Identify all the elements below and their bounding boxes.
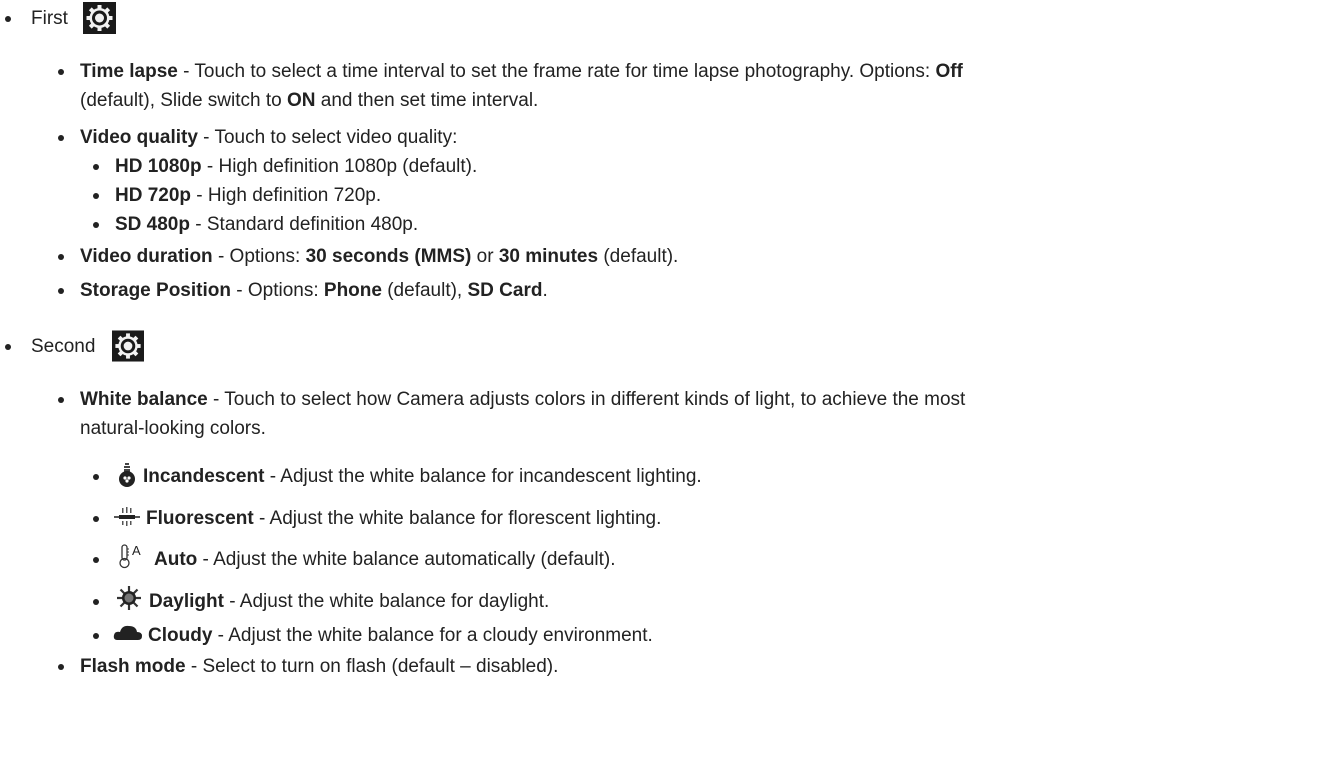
option-desc: - Standard definition 480p.: [189, 214, 419, 235]
white-balance-desc: - Touch to select how Camera adjusts col…: [207, 389, 966, 410]
list-item: Daylight - Adjust the white balance for …: [149, 591, 549, 613]
bullet: [5, 344, 11, 350]
daylight-sun-icon: [117, 586, 141, 610]
video-duration-tail: (default).: [598, 246, 679, 267]
storage-tail: .: [542, 280, 548, 301]
flash-mode-desc: - Select to turn on flash (default – dis…: [185, 656, 559, 677]
white-balance-desc2: natural-looking colors.: [80, 418, 266, 439]
video-quality-name: Video quality: [80, 127, 198, 148]
option-name: Incandescent: [143, 466, 265, 487]
bullet: [58, 664, 64, 670]
bullet: [93, 193, 99, 199]
option-desc: - High definition 720p.: [191, 185, 382, 206]
storage-opt1: Phone: [323, 280, 382, 301]
bullet: [5, 16, 11, 22]
option-name: Daylight: [149, 591, 224, 612]
option-name: Auto: [154, 549, 198, 570]
bullet: [93, 164, 99, 170]
settings-gear-icon: [83, 2, 116, 34]
incandescent-bulb-icon: [119, 463, 135, 487]
list-item: SD 480p - Standard definition 480p.: [115, 214, 418, 236]
flash-mode-name: Flash mode: [80, 656, 186, 677]
time-lapse-line2-b: and then set time interval.: [315, 90, 539, 111]
option-desc: - Adjust the white balance for a cloudy …: [212, 625, 653, 646]
time-lapse-off: Off: [935, 61, 963, 82]
bullet: [93, 557, 99, 563]
option-desc: - Adjust the white balance for daylight.: [223, 591, 550, 612]
option-name: HD 1080p: [115, 156, 202, 177]
bullet: [58, 135, 64, 141]
bullet: [58, 397, 64, 403]
auto-thermometer-icon: A: [119, 543, 141, 569]
storage-opt2: SD Card: [467, 280, 543, 301]
cloudy-cloud-icon: [113, 625, 142, 640]
storage-desc: - Options:: [230, 280, 324, 301]
list-item: Incandescent - Adjust the white balance …: [143, 466, 702, 488]
section-second: Second: [31, 336, 95, 358]
storage-name: Storage Position: [80, 280, 231, 301]
bullet: [93, 633, 99, 639]
time-lapse-on: ON: [286, 90, 316, 111]
time-lapse-line1: Time lapse - Touch to select a time inte…: [80, 61, 963, 83]
bullet: [58, 288, 64, 294]
white-balance-line2: natural-looking colors.: [80, 418, 266, 440]
bullet: [93, 474, 99, 480]
video-quality-desc: - Touch to select video quality:: [197, 127, 458, 148]
bullet: [93, 516, 99, 522]
video-quality-line: Video quality - Touch to select video qu…: [80, 127, 457, 149]
list-item: HD 720p - High definition 720p.: [115, 185, 381, 207]
option-name: HD 720p: [115, 185, 192, 206]
option-desc: - High definition 1080p (default).: [201, 156, 478, 177]
storage-position-line: Storage Position - Options: Phone (defau…: [80, 280, 548, 302]
white-balance-name: White balance: [80, 389, 208, 410]
section-second-label: Second: [31, 336, 96, 357]
time-lapse-desc: - Touch to select a time interval to set…: [177, 61, 936, 82]
bullet: [58, 254, 64, 260]
storage-mid: (default),: [381, 280, 468, 301]
option-name: Cloudy: [148, 625, 213, 646]
option-name: Fluorescent: [146, 508, 254, 529]
option-desc: - Adjust the white balance automatically…: [197, 549, 616, 570]
flash-mode-line: Flash mode - Select to turn on flash (de…: [80, 656, 558, 678]
section-first-label: First: [31, 8, 68, 29]
section-first: First: [31, 8, 68, 30]
bullet: [58, 69, 64, 75]
video-duration-opt2: 30 minutes: [498, 246, 599, 267]
video-duration-desc: - Options:: [212, 246, 306, 267]
list-item: HD 1080p - High definition 1080p (defaul…: [115, 156, 477, 178]
svg-text:A: A: [132, 543, 141, 558]
time-lapse-line2-a: (default), Slide switch to: [80, 90, 287, 111]
option-name: SD 480p: [115, 214, 190, 235]
list-item: Fluorescent - Adjust the white balance f…: [146, 508, 661, 530]
settings-gear-icon: [112, 330, 144, 362]
time-lapse-line2: (default), Slide switch to ON and then s…: [80, 90, 538, 112]
bullet: [93, 599, 99, 605]
bullet: [93, 222, 99, 228]
option-desc: - Adjust the white balance for incandesc…: [264, 466, 702, 487]
video-duration-line: Video duration - Options: 30 seconds (MM…: [80, 246, 678, 268]
fluorescent-tube-icon: [114, 507, 140, 526]
video-duration-name: Video duration: [80, 246, 213, 267]
option-desc: - Adjust the white balance for florescen…: [253, 508, 662, 529]
time-lapse-name: Time lapse: [80, 61, 178, 82]
video-duration-or: or: [471, 246, 499, 267]
video-duration-opt1: 30 seconds (MMS): [305, 246, 472, 267]
list-item: Cloudy - Adjust the white balance for a …: [148, 625, 653, 647]
list-item: Auto - Adjust the white balance automati…: [154, 549, 616, 571]
white-balance-line1: White balance - Touch to select how Came…: [80, 389, 965, 411]
